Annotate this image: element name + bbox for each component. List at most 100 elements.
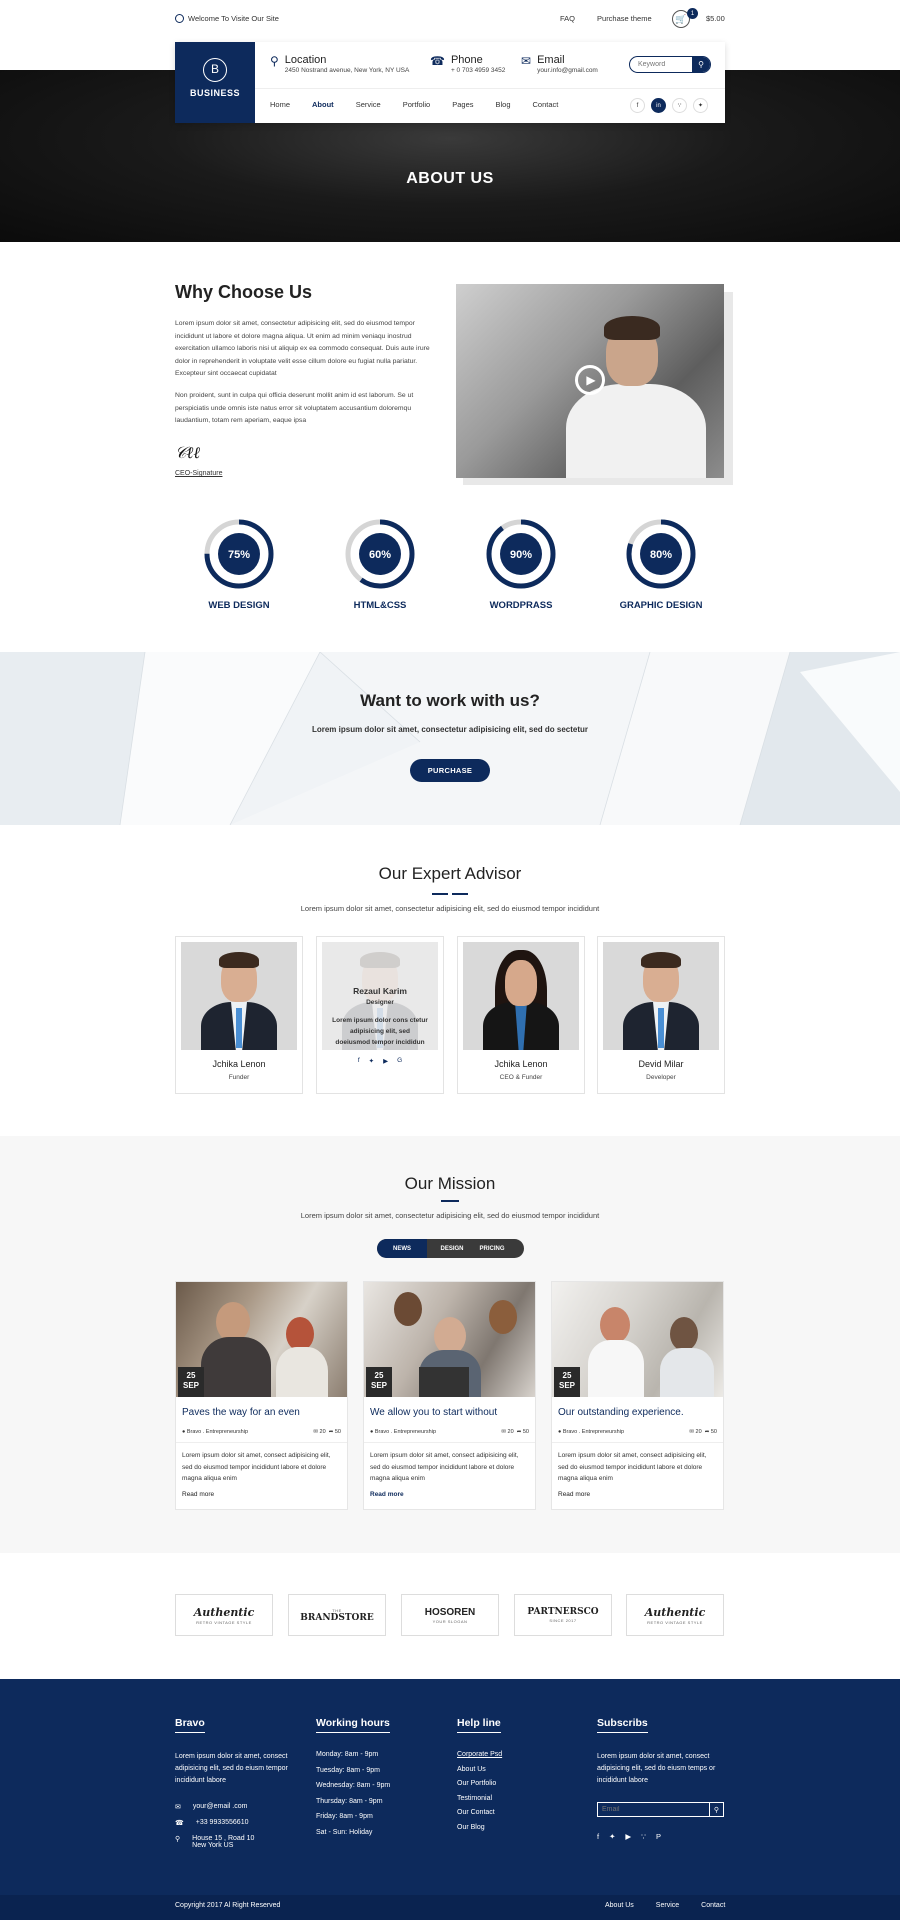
footer-link[interactable]: Our Portfolio [457, 1780, 502, 1787]
logo-text: BUSINESS [189, 88, 240, 98]
read-more-link[interactable]: Read more [370, 1491, 404, 1498]
hours-row: Friday: 8am - 9pm [316, 1813, 373, 1820]
skill-percent: 75% [228, 549, 250, 561]
advisor-card[interactable]: Jchika Lenon Funder [175, 936, 303, 1094]
post-date: 25 SEP [366, 1367, 392, 1397]
phone-text: + 0 703 4959 3452 [450, 67, 506, 74]
post-meta: ● Bravo . Entrepreneurship ✉ 20 ➦ 50 [558, 1429, 717, 1435]
advisor-card[interactable]: Devid Milar Developer [597, 936, 725, 1094]
advisor-role: CEO & Funder [499, 1074, 543, 1081]
tab-design[interactable]: DESIGN [427, 1239, 477, 1258]
title-underline [441, 1200, 459, 1202]
footer-email[interactable]: your@email .com [193, 1803, 248, 1811]
subscribe-email-input[interactable] [598, 1803, 709, 1816]
read-more-link[interactable]: Read more [558, 1491, 590, 1498]
footer-nav-contact[interactable]: Contact [701, 1902, 725, 1909]
advisor-card[interactable]: Rezaul Karim Designer Lorem ipsum dolor … [316, 936, 444, 1094]
advisor-subtitle: Lorem ipsum dolor sit amet, consectetur … [300, 904, 600, 913]
advisor-card[interactable]: Jchika Lenon CEO & Funder [457, 936, 585, 1094]
purchase-button[interactable]: PURCHASE [410, 759, 490, 782]
post-day: 25 [186, 1371, 196, 1380]
top-bar [0, 0, 900, 38]
twitter-icon[interactable]: ✦ [609, 1832, 615, 1841]
post-title[interactable]: We allow you to start without [370, 1407, 497, 1418]
search-icon[interactable]: ⚲ [709, 1803, 723, 1816]
footer-nav-service[interactable]: Service [656, 1902, 679, 1909]
footer-link[interactable]: Our Contact [457, 1809, 502, 1816]
skill-percent: 80% [650, 549, 672, 561]
location-text: 2450 Nostrand avenue, New York, NY USA [284, 67, 410, 74]
facebook-icon[interactable]: f [358, 1057, 360, 1065]
brand-name: PARTNERSCO [527, 1607, 599, 1617]
brand-logo[interactable]: HOSOREN YOUR SLOGAN [401, 1594, 499, 1636]
youtube-icon[interactable]: ▶ [383, 1057, 388, 1065]
brand-logo[interactable]: PARTNERSCO SINCE 2017 [514, 1594, 612, 1636]
location-info: ⚲ Location 2450 Nostrand avenue, New Yor… [270, 54, 409, 74]
footer-link[interactable]: Testimonial [457, 1795, 502, 1802]
post-title[interactable]: Paves the way for an even [182, 1407, 300, 1418]
nav-portfolio[interactable]: Portfolio [403, 100, 431, 109]
pinterest-icon[interactable]: P [656, 1832, 661, 1841]
footer-subscribe: Subscribs Lorem ipsum dolor sit amet, co… [597, 1717, 725, 1841]
nav-pages[interactable]: Pages [452, 100, 473, 109]
purchase-theme-link[interactable]: Purchase theme [597, 14, 652, 23]
brand-logo[interactable]: THE BRANDSTORE [288, 1594, 386, 1636]
footer-heading: Help line [457, 1717, 501, 1733]
footer-phone[interactable]: +33 9933556610 [196, 1819, 249, 1827]
brand-logo[interactable]: Authentic RETRO VINTAGE STYLE [175, 1594, 273, 1636]
footer-link[interactable]: Our Blog [457, 1824, 502, 1831]
skill-label: HTML&CSS [353, 600, 407, 611]
footer-about: Bravo Lorem ipsum dolor sit amet, consec… [175, 1717, 303, 1857]
faq-link[interactable]: FAQ [560, 14, 575, 23]
read-more-link[interactable]: Read more [182, 1491, 214, 1498]
rss-icon[interactable]: ∵ [672, 98, 687, 113]
post-meta: ● Bravo . Entrepreneurship ✉ 20 ➦ 50 [182, 1429, 341, 1435]
post-date: 25 SEP [554, 1367, 580, 1397]
nav-home[interactable]: Home [270, 100, 290, 109]
google-icon[interactable]: G [397, 1057, 402, 1065]
nav-about[interactable]: About [312, 100, 334, 109]
blog-post[interactable]: 25 SEP Paves the way for an even ● Bravo … [175, 1281, 348, 1510]
nav-contact[interactable]: Contact [533, 100, 559, 109]
advisor-social: f ✦ ▶ G [317, 1057, 443, 1065]
footer-nav-about[interactable]: About Us [605, 1902, 634, 1909]
post-excerpt: Lorem ipsum dolor sit amet, consect adip… [558, 1452, 707, 1482]
play-icon[interactable]: ▶ [575, 365, 605, 395]
advisor-name: Jchika Lenon [212, 1059, 266, 1069]
post-comments: 20 [319, 1429, 326, 1435]
tab-news[interactable]: NEWS [377, 1239, 427, 1258]
youtube-icon[interactable]: ▶ [625, 1832, 631, 1841]
tab-pricing[interactable]: PRICING [477, 1239, 507, 1258]
facebook-icon[interactable]: f [630, 98, 645, 113]
facebook-icon[interactable]: f [597, 1832, 599, 1841]
blog-post[interactable]: 25 SEP Our outstanding experience. ● Brav… [551, 1281, 724, 1510]
linkedin-icon[interactable]: in [651, 98, 666, 113]
search-icon[interactable]: ⚲ [692, 57, 710, 72]
nav-service[interactable]: Service [356, 100, 381, 109]
footer-link[interactable]: Corporate Psd [457, 1751, 502, 1758]
geometric-background [0, 652, 900, 825]
search-input[interactable] [630, 57, 692, 72]
post-title[interactable]: Our outstanding experience. [558, 1407, 684, 1418]
footer-link[interactable]: About Us [457, 1766, 502, 1773]
post-month: SEP [558, 1381, 575, 1390]
brand-logo[interactable]: Authentic RETRO VINTAGE STYLE [626, 1594, 724, 1636]
footer-address-line2: New York US [192, 1842, 234, 1849]
blog-post[interactable]: 25 SEP We allow you to start without ● Br… [363, 1281, 536, 1510]
twitter-icon[interactable]: ✦ [369, 1057, 374, 1065]
post-shares: 50 [522, 1429, 529, 1435]
skill-label: WEB DESIGN [208, 600, 270, 611]
logo[interactable]: B BUSINESS [175, 42, 255, 123]
post-day: 25 [562, 1371, 572, 1380]
nav-blog[interactable]: Blog [496, 100, 511, 109]
rss-icon[interactable]: ∵ [641, 1832, 646, 1841]
email-text: your.info@gmail.com [537, 67, 598, 74]
advisor-name: Rezaul Karim [353, 986, 407, 996]
post-month: SEP [182, 1381, 199, 1390]
signature-image: 𝒞ℓℓ [175, 443, 200, 462]
twitter-icon[interactable]: ✦ [693, 98, 708, 113]
why-paragraph-1: Lorem ipsum dolor sit amet, consectetur … [175, 320, 430, 377]
location-title: Location [284, 54, 327, 66]
footer-bottom-nav: About Us Service Contact [605, 1902, 725, 1909]
advisor-name: Devid Milar [638, 1059, 684, 1069]
